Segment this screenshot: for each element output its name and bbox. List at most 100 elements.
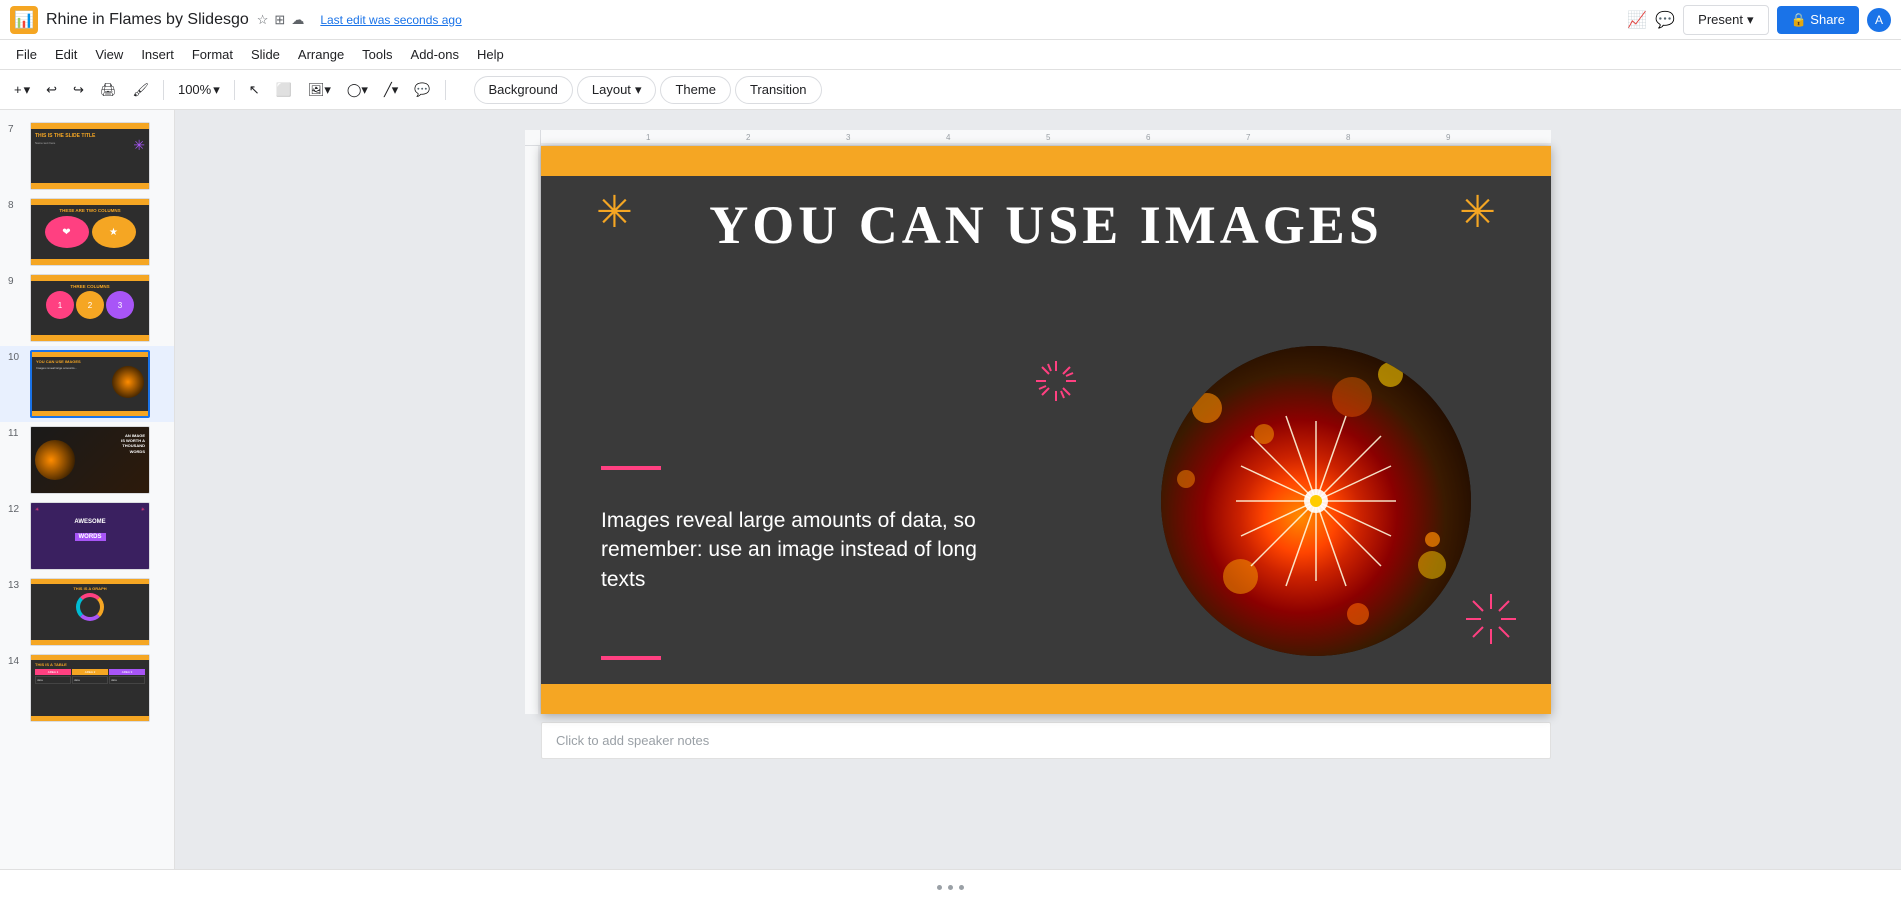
slide-thumb-8: THESE ARE TWO COLUMNS ❤ ★ bbox=[30, 198, 150, 266]
menu-edit[interactable]: Edit bbox=[47, 44, 85, 65]
chat-icon[interactable]: 💬 bbox=[1655, 10, 1675, 30]
app-icon: 📊 bbox=[10, 6, 38, 34]
separator-1 bbox=[163, 80, 164, 100]
menu-file[interactable]: File bbox=[8, 44, 45, 65]
print-button[interactable]: 🖨 bbox=[94, 78, 123, 102]
slide-thumb-7: THIS IS THE SLIDE TITLE Some text here ✳ bbox=[30, 122, 150, 190]
decorative-line-top bbox=[601, 466, 661, 470]
svg-text:3: 3 bbox=[846, 133, 851, 142]
slide-item-8[interactable]: 8 THESE ARE TWO COLUMNS ❤ ★ bbox=[0, 194, 174, 270]
layout-button[interactable]: Layout ▾ bbox=[577, 76, 657, 104]
separator-2 bbox=[234, 80, 235, 100]
slide-thumb-9: THREE COLUMNS 1 2 3 bbox=[30, 274, 150, 342]
title-right-area: 📈 💬 Present ▾ 🔒 Share A bbox=[1627, 5, 1891, 35]
last-edit-label[interactable]: Last edit was seconds ago bbox=[320, 13, 461, 27]
shape-button[interactable]: ◯▾ bbox=[341, 78, 374, 102]
slides-panel: 7 THIS IS THE SLIDE TITLE Some text here… bbox=[0, 110, 175, 869]
menu-tools[interactable]: Tools bbox=[354, 44, 400, 65]
sparkler-image bbox=[1161, 346, 1471, 656]
menu-addons[interactable]: Add-ons bbox=[403, 44, 467, 65]
slide-top-bar bbox=[541, 146, 1551, 176]
slide-num-7: 7 bbox=[8, 124, 24, 135]
slide-num-8: 8 bbox=[8, 200, 24, 211]
slide-item-13[interactable]: 13 THIS IS A GRAPH bbox=[0, 574, 174, 650]
slide-num-13: 13 bbox=[8, 580, 24, 591]
menu-help[interactable]: Help bbox=[469, 44, 512, 65]
slide-thumb-10: YOU CAN USE IMAGES Images reveal large a… bbox=[30, 350, 150, 418]
slide-item-12[interactable]: 12 ✳ ✳ AWESOME WORDS bbox=[0, 498, 174, 574]
svg-text:5: 5 bbox=[1046, 133, 1051, 142]
line-button[interactable]: ╱▾ bbox=[378, 78, 404, 102]
toolbar: +▾ ↩ ↪ 🖨 🖌 100% ▾ ↖ ⬜ 🖼▾ ◯▾ ╱▾ 💬 Backgro… bbox=[0, 70, 1901, 110]
slide-num-14: 14 bbox=[8, 656, 24, 667]
canvas-wrapper: 1 2 3 4 5 6 7 8 9 bbox=[525, 130, 1551, 759]
canvas-area: 1 2 3 4 5 6 7 8 9 bbox=[175, 110, 1901, 869]
svg-text:7: 7 bbox=[1246, 133, 1251, 142]
star-icon[interactable]: ☆ bbox=[257, 12, 269, 28]
svg-text:8: 8 bbox=[1346, 133, 1351, 142]
dashboard-icon[interactable]: ⊞ bbox=[274, 12, 285, 28]
slide-num-10: 10 bbox=[8, 352, 24, 363]
transition-button[interactable]: Transition bbox=[735, 76, 822, 104]
gold-star-right: ✳ bbox=[1459, 191, 1496, 235]
dot-1 bbox=[937, 885, 942, 890]
select-arrow-button[interactable]: ↖ bbox=[243, 78, 266, 102]
slide-item-10[interactable]: 10 YOU CAN USE IMAGES Images reveal larg… bbox=[0, 346, 174, 422]
dot-2 bbox=[948, 885, 953, 890]
comment-button[interactable]: 💬 bbox=[408, 78, 436, 102]
slide-options-toolbar: Background Layout ▾ Theme Transition bbox=[474, 76, 822, 104]
bottom-bar bbox=[0, 869, 1901, 905]
menu-slide[interactable]: Slide bbox=[243, 44, 288, 65]
slide-thumb-13: THIS IS A GRAPH bbox=[30, 578, 150, 646]
main-area: 7 THIS IS THE SLIDE TITLE Some text here… bbox=[0, 110, 1901, 869]
menu-view[interactable]: View bbox=[87, 44, 131, 65]
slide-num-11: 11 bbox=[8, 428, 24, 439]
slide-num-12: 12 bbox=[8, 504, 24, 515]
paint-format-button[interactable]: 🖌 bbox=[126, 78, 155, 102]
ruler-horizontal: 1 2 3 4 5 6 7 8 9 bbox=[541, 130, 1551, 146]
select-box-button[interactable]: ⬜ bbox=[270, 78, 298, 102]
undo-button[interactable]: ↩ bbox=[40, 78, 63, 102]
present-arrow: ▾ bbox=[1747, 12, 1754, 28]
slide-thumb-11: AN IMAGEIS WORTH ATHOUSANDWORDS bbox=[30, 426, 150, 494]
dot-3 bbox=[959, 885, 964, 890]
cloud-icon[interactable]: ☁ bbox=[291, 12, 304, 28]
add-slide-button[interactable]: +▾ bbox=[8, 78, 36, 102]
ruler-vertical bbox=[525, 146, 541, 714]
menu-format[interactable]: Format bbox=[184, 44, 241, 65]
slide-canvas[interactable]: ✳ ✳ YOU CAN USE IMAGES Images reveal lar… bbox=[541, 146, 1551, 714]
background-button[interactable]: Background bbox=[474, 76, 573, 104]
svg-text:6: 6 bbox=[1146, 133, 1151, 142]
slide-body-text[interactable]: Images reveal large amounts of data, so … bbox=[601, 506, 1001, 594]
zoom-button[interactable]: 100% ▾ bbox=[172, 78, 226, 102]
activity-icon[interactable]: 📈 bbox=[1627, 10, 1647, 30]
speaker-notes[interactable]: Click to add speaker notes bbox=[541, 722, 1551, 759]
title-icons: ☆ ⊞ ☁ bbox=[257, 12, 305, 28]
account-avatar[interactable]: A bbox=[1867, 8, 1891, 32]
slide-item-11[interactable]: 11 AN IMAGEIS WORTH ATHOUSANDWORDS bbox=[0, 422, 174, 498]
menu-arrange[interactable]: Arrange bbox=[290, 44, 352, 65]
slide-item-7[interactable]: 7 THIS IS THE SLIDE TITLE Some text here… bbox=[0, 118, 174, 194]
share-button[interactable]: 🔒 Share bbox=[1777, 6, 1860, 34]
redo-button[interactable]: ↪ bbox=[67, 78, 90, 102]
svg-text:9: 9 bbox=[1446, 133, 1451, 142]
slide-thumb-12: ✳ ✳ AWESOME WORDS bbox=[30, 502, 150, 570]
slide-bottom-bar bbox=[541, 684, 1551, 714]
separator-3 bbox=[445, 80, 446, 100]
slide-num-9: 9 bbox=[8, 276, 24, 287]
document-title: Rhine in Flames by Slidesgo bbox=[46, 11, 249, 29]
image-button[interactable]: 🖼▾ bbox=[302, 78, 337, 102]
present-button[interactable]: Present ▾ bbox=[1683, 5, 1768, 35]
svg-text:2: 2 bbox=[746, 133, 751, 142]
title-bar: 📊 Rhine in Flames by Slidesgo ☆ ⊞ ☁ Last… bbox=[0, 0, 1901, 40]
slide-item-9[interactable]: 9 THREE COLUMNS 1 2 3 bbox=[0, 270, 174, 346]
decorative-line-bottom bbox=[601, 656, 661, 660]
speaker-notes-placeholder: Click to add speaker notes bbox=[556, 733, 709, 748]
gold-star-left: ✳ bbox=[596, 191, 633, 235]
slide-item-14[interactable]: 14 THIS IS A TABLE AREA 1 AREA 2 AREA 3 … bbox=[0, 650, 174, 726]
sparkler-visual bbox=[1161, 346, 1471, 656]
menu-insert[interactable]: Insert bbox=[133, 44, 182, 65]
canvas-row: ✳ ✳ YOU CAN USE IMAGES Images reveal lar… bbox=[525, 146, 1551, 714]
share-label: 🔒 Share bbox=[1791, 12, 1846, 28]
theme-button[interactable]: Theme bbox=[660, 76, 730, 104]
